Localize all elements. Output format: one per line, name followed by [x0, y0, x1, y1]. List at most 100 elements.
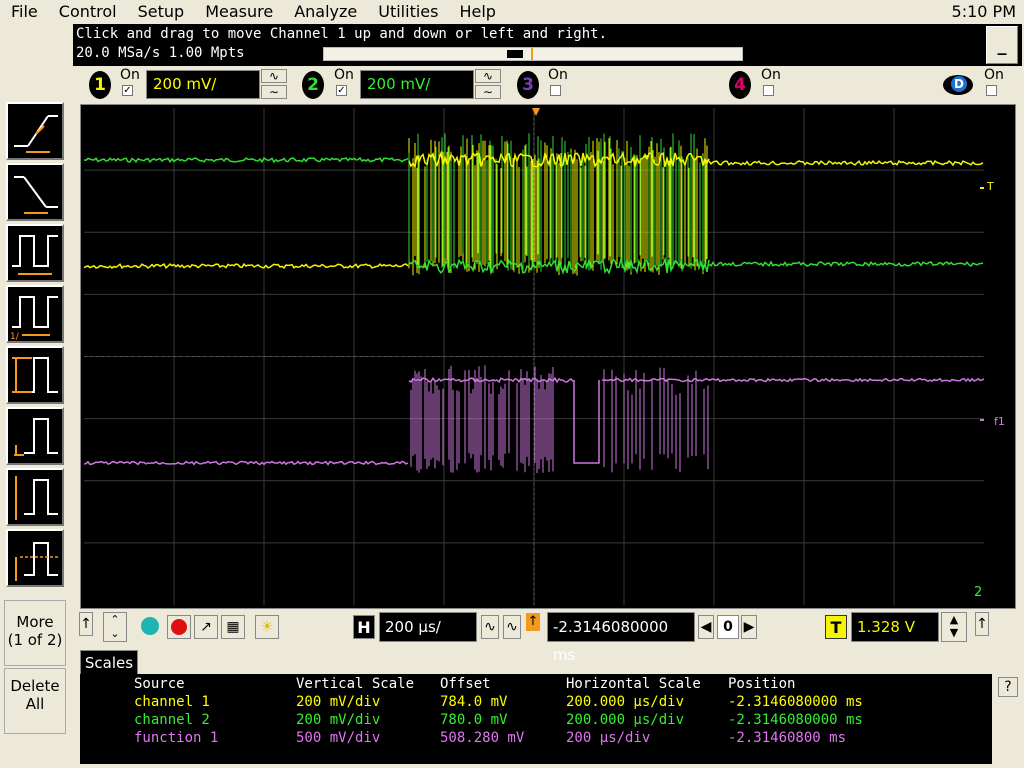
- channel-1-coupling-dc-icon[interactable]: ∼: [261, 85, 287, 99]
- menu-help[interactable]: Help: [448, 0, 505, 24]
- row-vertical-scale: 500 mV/div: [296, 730, 381, 746]
- row-vertical-scale: 200 mV/div: [296, 712, 381, 728]
- trigger-level-marker[interactable]: T: [987, 180, 994, 193]
- table-row: function 1 500 mV/div 508.280 mV 200 µs/…: [80, 730, 992, 748]
- channel-1-coupling-ac-icon[interactable]: ∿: [261, 69, 287, 83]
- oscilloscope-app: File Control Setup Measure Analyze Utili…: [0, 0, 1024, 768]
- status-message: Click and drag to move Channel 1 up and …: [76, 26, 608, 42]
- row-vertical-scale: 200 mV/div: [296, 694, 381, 710]
- channel-1-button[interactable]: 1: [89, 71, 111, 99]
- channel-2-coupling-ac-icon[interactable]: ∿: [475, 69, 501, 83]
- timeline-window-marker[interactable]: [507, 50, 523, 58]
- waveform-display[interactable]: T f1 2: [80, 104, 1016, 609]
- row-position: -2.3146080000 ms: [728, 712, 863, 728]
- waveform-graticule: [84, 108, 984, 605]
- menu-setup[interactable]: Setup: [127, 0, 195, 24]
- vertical-arrows-icon[interactable]: ⌃ ⌄: [103, 612, 127, 642]
- position-right-icon[interactable]: ▶: [741, 615, 757, 639]
- stop-icon[interactable]: [167, 615, 191, 639]
- timeline-trigger-marker: [531, 48, 533, 60]
- channel-2-ground-marker[interactable]: 2: [974, 585, 982, 600]
- delete-all-button[interactable]: Delete All: [4, 668, 66, 734]
- position-field[interactable]: -2.3146080000 ms: [547, 612, 695, 664]
- channel-4-on-label: On: [761, 67, 781, 83]
- row-horizontal-scale: 200 µs/div: [566, 730, 651, 746]
- measure-average-icon[interactable]: [6, 407, 64, 465]
- channel-2-trace: [708, 260, 984, 268]
- horizontal-label: H: [353, 615, 375, 639]
- row-source: channel 2: [134, 712, 210, 728]
- scroll-up-icon[interactable]: ↑: [79, 612, 93, 636]
- timebase-field[interactable]: 200 µs/: [379, 612, 477, 642]
- table-row: channel 1 200 mV/div 784.0 mV 200.000 µs…: [80, 694, 992, 712]
- row-offset: 784.0 mV: [440, 694, 508, 710]
- minimize-button[interactable]: _: [986, 26, 1018, 64]
- trigger-position-icon[interactable]: ↑: [526, 613, 540, 631]
- tab-scales[interactable]: Scales: [80, 650, 138, 674]
- channel-2-trace: [84, 156, 409, 164]
- run-icon[interactable]: [139, 615, 163, 639]
- measure-rise-time-icon[interactable]: [6, 102, 64, 160]
- channel-1-on-label: On: [120, 67, 140, 83]
- more-button[interactable]: More (1 of 2): [4, 600, 66, 666]
- header-horizontal-scale: Horizontal Scale: [566, 676, 701, 692]
- measure-amplitude-icon[interactable]: [6, 468, 64, 526]
- channel-2-coupling-dc-icon[interactable]: ∼: [475, 85, 501, 99]
- left-toolbar: 1/ More (1 of 2) Delete All: [0, 100, 73, 768]
- function-1-pulse: [573, 380, 600, 464]
- print-icon[interactable]: ▦: [221, 615, 245, 639]
- row-horizontal-scale: 200.000 µs/div: [566, 712, 685, 728]
- measure-top-icon[interactable]: [6, 529, 64, 587]
- measure-fall-time-icon[interactable]: [6, 163, 64, 221]
- digital-checkbox[interactable]: [986, 85, 997, 96]
- position-left-icon[interactable]: ◀: [698, 615, 714, 639]
- menu-measure[interactable]: Measure: [194, 0, 283, 24]
- menu-control[interactable]: Control: [48, 0, 127, 24]
- menu-bar: File Control Setup Measure Analyze Utili…: [0, 0, 1024, 24]
- digital-button[interactable]: D: [943, 75, 973, 95]
- trigger-label: T: [825, 615, 847, 639]
- channel-3-on-label: On: [548, 67, 568, 83]
- channel-2-button[interactable]: 2: [302, 71, 324, 99]
- function-1-trace: [84, 460, 409, 466]
- menu-file[interactable]: File: [0, 0, 48, 24]
- channel-3-checkbox[interactable]: [550, 85, 561, 96]
- channel-4-checkbox[interactable]: [763, 85, 774, 96]
- measure-period-icon[interactable]: [6, 224, 64, 282]
- menu-utilities[interactable]: Utilities: [367, 0, 448, 24]
- row-source: function 1: [134, 730, 219, 746]
- table-header: Source Vertical Scale Offset Horizontal …: [80, 676, 992, 694]
- function-1-trace: [601, 377, 984, 383]
- header-position: Position: [728, 676, 796, 692]
- brightness-icon[interactable]: ☀: [255, 615, 279, 639]
- timebase-coarse-icon[interactable]: ∿: [503, 615, 521, 639]
- header-offset: Offset: [440, 676, 491, 692]
- digital-on-label: On: [984, 67, 1004, 83]
- channel-2-scale[interactable]: 200 mV/: [360, 70, 474, 99]
- help-button[interactable]: ?: [998, 677, 1018, 697]
- digital-icon: D: [951, 76, 967, 92]
- function-1-marker[interactable]: f1: [994, 415, 1005, 428]
- clock: 5:10 PM: [951, 2, 1016, 21]
- delete-label: Delete: [10, 677, 60, 695]
- position-zero-button[interactable]: 0: [717, 615, 739, 639]
- menu-analyze[interactable]: Analyze: [283, 0, 367, 24]
- channel-1-scale[interactable]: 200 mV/: [146, 70, 260, 99]
- measure-frequency-icon[interactable]: 1/: [6, 285, 64, 343]
- trigger-level-field[interactable]: 1.328 V: [851, 612, 939, 642]
- channel-2-checkbox[interactable]: ✓: [336, 85, 347, 96]
- timebase-fine-icon[interactable]: ∿: [481, 615, 499, 639]
- channel-1-checkbox[interactable]: ✓: [122, 85, 133, 96]
- row-source: channel 1: [134, 694, 210, 710]
- function-1-high-trace: [408, 376, 574, 384]
- all-label: All: [25, 695, 45, 713]
- control-bar: ↑ ⌃ ⌄ ↗ ▦ ☀ H 200 µs/ ∿ ∿ ↑ -2.3146080000…: [73, 610, 1024, 664]
- memory-timeline[interactable]: [323, 47, 743, 61]
- status-strip: Click and drag to move Channel 1 up and …: [73, 24, 1022, 66]
- trigger-level-stepper-icon[interactable]: ▲ ▼: [941, 612, 967, 642]
- measure-peak-to-peak-icon[interactable]: [6, 346, 64, 404]
- channel-3-button[interactable]: 3: [517, 71, 539, 99]
- channel-4-button[interactable]: 4: [729, 71, 751, 99]
- trigger-scroll-icon[interactable]: ↑: [975, 612, 989, 636]
- autoscale-icon[interactable]: ↗: [194, 615, 218, 639]
